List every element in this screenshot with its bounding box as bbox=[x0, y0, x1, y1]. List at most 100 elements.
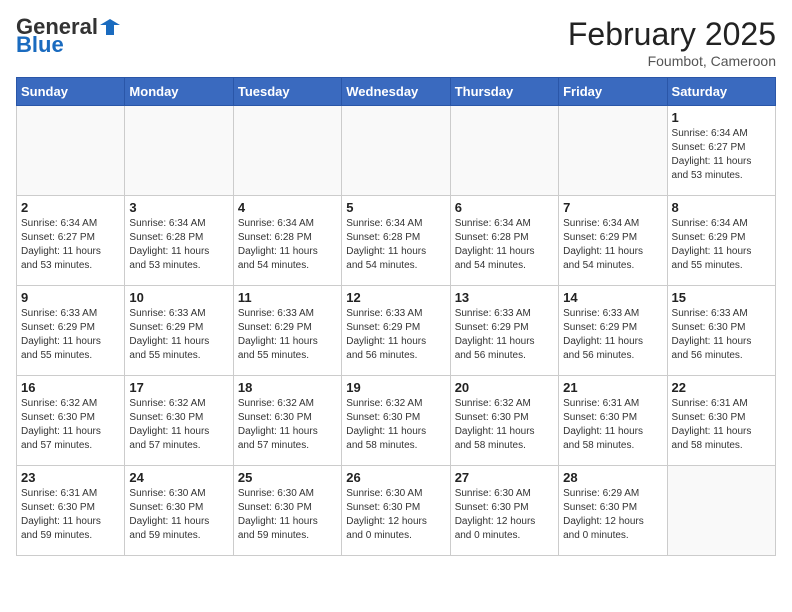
day-number: 1 bbox=[672, 110, 771, 125]
month-year-title: February 2025 bbox=[568, 16, 776, 53]
day-number: 11 bbox=[238, 290, 337, 305]
calendar-cell: 11 Sunrise: 6:33 AM Sunset: 6:29 PM Dayli… bbox=[233, 286, 341, 376]
day-info-text: Sunrise: 6:31 AM Sunset: 6:30 PM Dayligh… bbox=[21, 487, 120, 543]
calendar-cell: 14 Sunrise: 6:33 AM Sunset: 6:29 PM Dayli… bbox=[559, 286, 667, 376]
day-info-text: Sunrise: 6:33 AM Sunset: 6:29 PM Dayligh… bbox=[563, 307, 662, 363]
day-info-text: Sunrise: 6:30 AM Sunset: 6:30 PM Dayligh… bbox=[129, 487, 228, 543]
calendar-cell: 8 Sunrise: 6:34 AM Sunset: 6:29 PM Daylig… bbox=[667, 196, 775, 286]
calendar-week-row: 16 Sunrise: 6:32 AM Sunset: 6:30 PM Dayli… bbox=[17, 376, 776, 466]
day-info-text: Sunrise: 6:33 AM Sunset: 6:29 PM Dayligh… bbox=[455, 307, 554, 363]
calendar-cell: 21 Sunrise: 6:31 AM Sunset: 6:30 PM Dayli… bbox=[559, 376, 667, 466]
calendar-cell bbox=[233, 106, 341, 196]
day-info-text: Sunrise: 6:30 AM Sunset: 6:30 PM Dayligh… bbox=[238, 487, 337, 543]
calendar-cell: 10Sunrise: 6:33 AM Sunset: 6:29 PM Dayli… bbox=[125, 286, 233, 376]
calendar-cell bbox=[667, 466, 775, 556]
calendar-cell: 15 Sunrise: 6:33 AM Sunset: 6:30 PM Dayli… bbox=[667, 286, 775, 376]
logo-bird-icon bbox=[100, 17, 120, 37]
calendar-cell bbox=[559, 106, 667, 196]
calendar-cell: 20Sunrise: 6:32 AM Sunset: 6:30 PM Dayli… bbox=[450, 376, 558, 466]
day-info-text: Sunrise: 6:34 AM Sunset: 6:27 PM Dayligh… bbox=[21, 217, 120, 273]
calendar-cell: 28 Sunrise: 6:29 AM Sunset: 6:30 PM Dayli… bbox=[559, 466, 667, 556]
day-number: 5 bbox=[346, 200, 445, 215]
day-number: 8 bbox=[672, 200, 771, 215]
calendar-cell: 23 Sunrise: 6:31 AM Sunset: 6:30 PM Dayli… bbox=[17, 466, 125, 556]
location-subtitle: Foumbot, Cameroon bbox=[568, 53, 776, 69]
day-number: 6 bbox=[455, 200, 554, 215]
day-number: 14 bbox=[563, 290, 662, 305]
calendar-cell: 7Sunrise: 6:34 AM Sunset: 6:29 PM Daylig… bbox=[559, 196, 667, 286]
day-info-text: Sunrise: 6:32 AM Sunset: 6:30 PM Dayligh… bbox=[21, 397, 120, 453]
calendar-cell: 17 Sunrise: 6:32 AM Sunset: 6:30 PM Dayli… bbox=[125, 376, 233, 466]
day-info-text: Sunrise: 6:33 AM Sunset: 6:30 PM Dayligh… bbox=[672, 307, 771, 363]
weekday-header-monday: Monday bbox=[125, 78, 233, 106]
day-number: 26 bbox=[346, 470, 445, 485]
calendar-cell: 1 Sunrise: 6:34 AM Sunset: 6:27 PM Daylig… bbox=[667, 106, 775, 196]
calendar-cell: 27Sunrise: 6:30 AM Sunset: 6:30 PM Dayli… bbox=[450, 466, 558, 556]
calendar-cell bbox=[342, 106, 450, 196]
calendar-cell: 5 Sunrise: 6:34 AM Sunset: 6:28 PM Daylig… bbox=[342, 196, 450, 286]
day-info-text: Sunrise: 6:32 AM Sunset: 6:30 PM Dayligh… bbox=[129, 397, 228, 453]
calendar-week-row: 2Sunrise: 6:34 AM Sunset: 6:27 PM Daylig… bbox=[17, 196, 776, 286]
day-number: 12 bbox=[346, 290, 445, 305]
day-number: 27 bbox=[455, 470, 554, 485]
weekday-header-saturday: Saturday bbox=[667, 78, 775, 106]
day-info-text: Sunrise: 6:31 AM Sunset: 6:30 PM Dayligh… bbox=[672, 397, 771, 453]
day-info-text: Sunrise: 6:34 AM Sunset: 6:29 PM Dayligh… bbox=[672, 217, 771, 273]
day-number: 17 bbox=[129, 380, 228, 395]
calendar-cell: 22Sunrise: 6:31 AM Sunset: 6:30 PM Dayli… bbox=[667, 376, 775, 466]
logo: General Blue bbox=[16, 16, 120, 56]
day-number: 16 bbox=[21, 380, 120, 395]
page-header: General Blue February 2025 Foumbot, Came… bbox=[16, 16, 776, 69]
calendar-table: SundayMondayTuesdayWednesdayThursdayFrid… bbox=[16, 77, 776, 556]
day-info-text: Sunrise: 6:34 AM Sunset: 6:28 PM Dayligh… bbox=[455, 217, 554, 273]
day-number: 19 bbox=[346, 380, 445, 395]
calendar-cell: 25 Sunrise: 6:30 AM Sunset: 6:30 PM Dayli… bbox=[233, 466, 341, 556]
day-info-text: Sunrise: 6:30 AM Sunset: 6:30 PM Dayligh… bbox=[346, 487, 445, 543]
day-number: 20 bbox=[455, 380, 554, 395]
day-number: 7 bbox=[563, 200, 662, 215]
calendar-cell bbox=[125, 106, 233, 196]
calendar-cell bbox=[450, 106, 558, 196]
weekday-header-wednesday: Wednesday bbox=[342, 78, 450, 106]
day-number: 18 bbox=[238, 380, 337, 395]
day-number: 4 bbox=[238, 200, 337, 215]
day-number: 15 bbox=[672, 290, 771, 305]
weekday-header-friday: Friday bbox=[559, 78, 667, 106]
calendar-cell: 18 Sunrise: 6:32 AM Sunset: 6:30 PM Dayli… bbox=[233, 376, 341, 466]
weekday-header-thursday: Thursday bbox=[450, 78, 558, 106]
calendar-cell: 13 Sunrise: 6:33 AM Sunset: 6:29 PM Dayli… bbox=[450, 286, 558, 376]
day-info-text: Sunrise: 6:33 AM Sunset: 6:29 PM Dayligh… bbox=[238, 307, 337, 363]
calendar-cell bbox=[17, 106, 125, 196]
weekday-header-sunday: Sunday bbox=[17, 78, 125, 106]
day-number: 13 bbox=[455, 290, 554, 305]
day-number: 25 bbox=[238, 470, 337, 485]
day-info-text: Sunrise: 6:34 AM Sunset: 6:28 PM Dayligh… bbox=[238, 217, 337, 273]
calendar-week-row: 23 Sunrise: 6:31 AM Sunset: 6:30 PM Dayli… bbox=[17, 466, 776, 556]
day-info-text: Sunrise: 6:34 AM Sunset: 6:28 PM Dayligh… bbox=[346, 217, 445, 273]
day-number: 23 bbox=[21, 470, 120, 485]
weekday-header-row: SundayMondayTuesdayWednesdayThursdayFrid… bbox=[17, 78, 776, 106]
day-info-text: Sunrise: 6:34 AM Sunset: 6:28 PM Dayligh… bbox=[129, 217, 228, 273]
title-block: February 2025 Foumbot, Cameroon bbox=[568, 16, 776, 69]
day-info-text: Sunrise: 6:32 AM Sunset: 6:30 PM Dayligh… bbox=[346, 397, 445, 453]
calendar-week-row: 9 Sunrise: 6:33 AM Sunset: 6:29 PM Daylig… bbox=[17, 286, 776, 376]
day-info-text: Sunrise: 6:33 AM Sunset: 6:29 PM Dayligh… bbox=[21, 307, 120, 363]
calendar-cell: 12 Sunrise: 6:33 AM Sunset: 6:29 PM Dayli… bbox=[342, 286, 450, 376]
day-info-text: Sunrise: 6:32 AM Sunset: 6:30 PM Dayligh… bbox=[238, 397, 337, 453]
day-info-text: Sunrise: 6:31 AM Sunset: 6:30 PM Dayligh… bbox=[563, 397, 662, 453]
day-number: 24 bbox=[129, 470, 228, 485]
calendar-cell: 6 Sunrise: 6:34 AM Sunset: 6:28 PM Daylig… bbox=[450, 196, 558, 286]
calendar-cell: 2Sunrise: 6:34 AM Sunset: 6:27 PM Daylig… bbox=[17, 196, 125, 286]
day-info-text: Sunrise: 6:34 AM Sunset: 6:27 PM Dayligh… bbox=[672, 127, 771, 183]
day-number: 9 bbox=[21, 290, 120, 305]
day-number: 3 bbox=[129, 200, 228, 215]
day-info-text: Sunrise: 6:33 AM Sunset: 6:29 PM Dayligh… bbox=[346, 307, 445, 363]
day-number: 21 bbox=[563, 380, 662, 395]
weekday-header-tuesday: Tuesday bbox=[233, 78, 341, 106]
calendar-cell: 24 Sunrise: 6:30 AM Sunset: 6:30 PM Dayli… bbox=[125, 466, 233, 556]
day-info-text: Sunrise: 6:29 AM Sunset: 6:30 PM Dayligh… bbox=[563, 487, 662, 543]
day-number: 28 bbox=[563, 470, 662, 485]
day-number: 10 bbox=[129, 290, 228, 305]
logo-blue-text: Blue bbox=[16, 34, 64, 56]
calendar-cell: 4 Sunrise: 6:34 AM Sunset: 6:28 PM Daylig… bbox=[233, 196, 341, 286]
